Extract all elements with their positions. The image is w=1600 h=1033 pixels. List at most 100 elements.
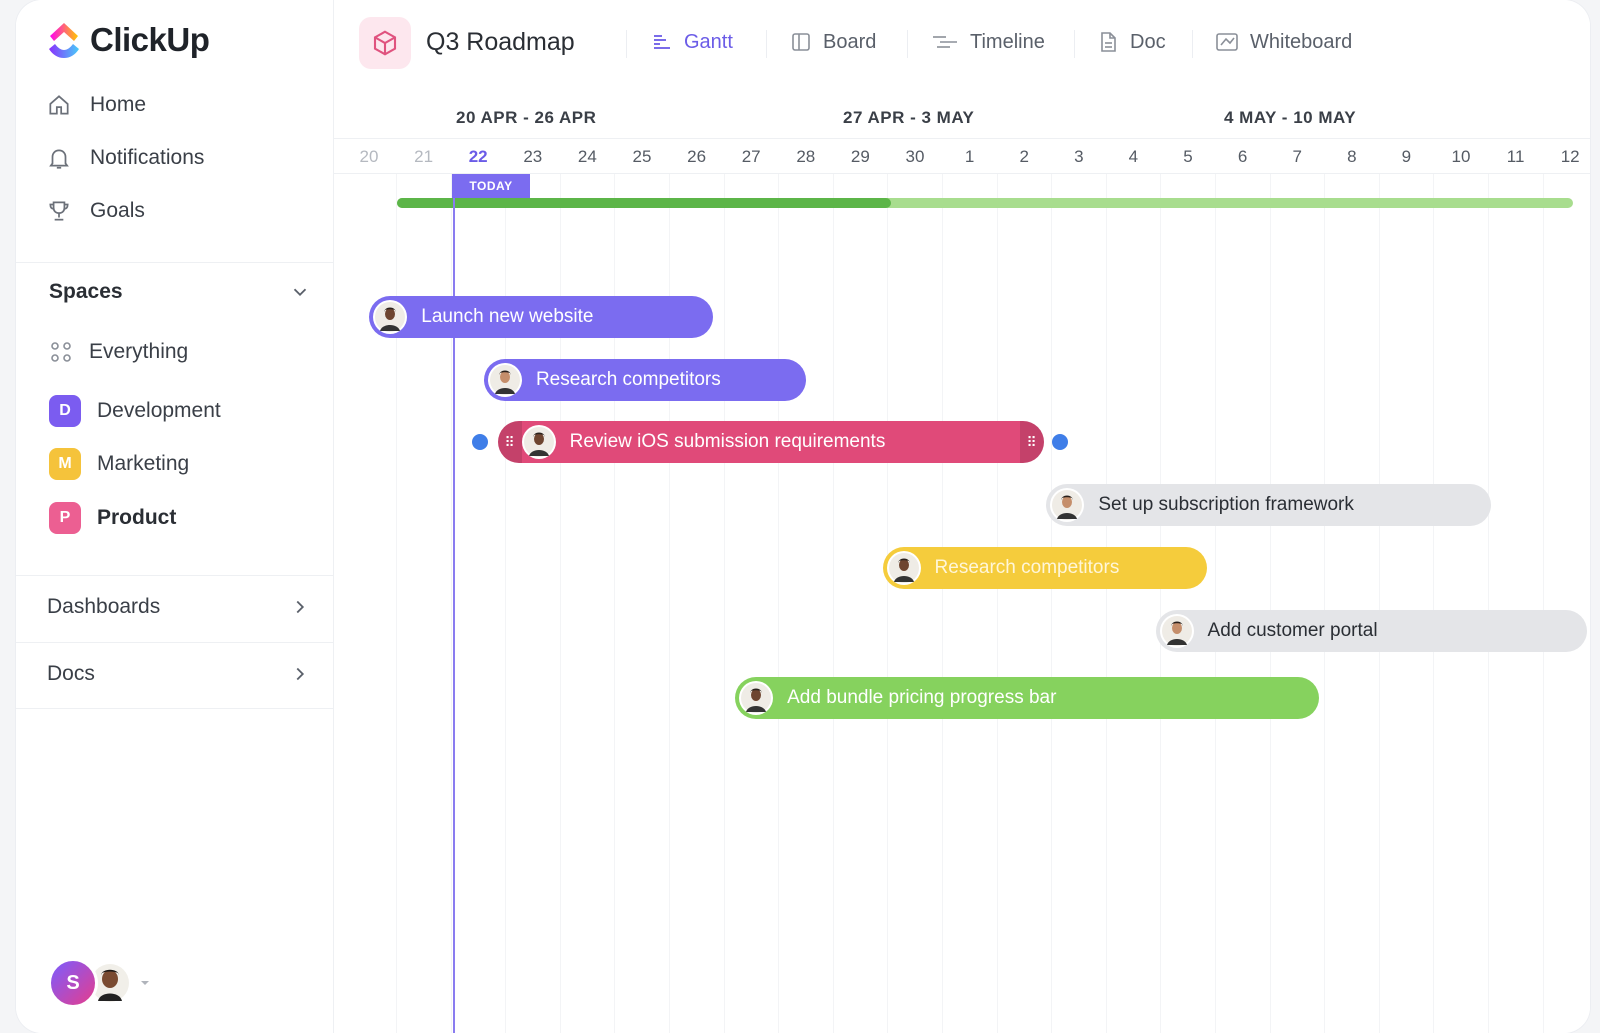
person-icon — [489, 365, 520, 395]
nav-notifications[interactable]: Notifications — [46, 145, 204, 171]
tab-board[interactable]: Board — [789, 30, 876, 54]
top-bar: Q3 Roadmap Gantt Board Timeline Doc Whit… — [334, 0, 1590, 88]
day-label: 7 — [1292, 147, 1302, 166]
task-bar[interactable]: ⠿ Review iOS submission requirements ⠿ — [497, 421, 1044, 463]
tab-timeline[interactable]: Timeline — [930, 30, 1045, 54]
task-bar[interactable]: Add bundle pricing progress bar — [735, 677, 1320, 719]
tab-whiteboard[interactable]: Whiteboard — [1214, 30, 1352, 54]
spaces-title: Spaces — [49, 280, 123, 303]
day-header-row: 20 21 22 23 24 25 26 27 28 29 30 1 2 3 4 5 6 7 8 9 10 11 12 — [334, 138, 1590, 174]
dependency-dot-left[interactable] — [471, 434, 488, 450]
bell-icon — [49, 149, 69, 169]
week-label: 4 MAY - 10 MAY — [1224, 108, 1357, 127]
space-product[interactable]: P Product — [49, 502, 176, 534]
grid-line — [1215, 174, 1216, 1033]
day-label: 21 — [414, 147, 434, 166]
task-label: Set up subscription framework — [1098, 494, 1354, 515]
task-label: Add customer portal — [1207, 620, 1378, 641]
space-marketing-label: Marketing — [97, 452, 190, 475]
day-label: 3 — [1074, 147, 1084, 166]
chevron-right-icon — [296, 600, 305, 614]
whiteboard-icon — [1216, 33, 1238, 51]
dependency-dot-right[interactable] — [1051, 434, 1068, 450]
nav-home[interactable]: Home — [46, 92, 146, 118]
day-label: 6 — [1237, 147, 1248, 166]
space-badge-product: P — [49, 502, 81, 534]
day-label: 22 — [468, 147, 488, 166]
caret-down-icon[interactable] — [138, 976, 152, 990]
assignee-avatar[interactable] — [373, 300, 408, 334]
dashboards-label: Dashboards — [47, 595, 161, 618]
dashboards-item[interactable]: Dashboards — [47, 595, 311, 619]
assignee-avatar[interactable] — [886, 551, 921, 585]
drag-handle-left[interactable]: ⠿ — [497, 421, 522, 463]
tab-doc[interactable]: Doc — [1096, 30, 1166, 54]
app-window: ClickUp Home Notifications Goals Spaces … — [16, 0, 1590, 1033]
sidebar-divider — [16, 575, 334, 576]
grid-line — [996, 174, 998, 1033]
grid-line — [1051, 174, 1053, 1033]
grid-line — [1378, 174, 1380, 1033]
board-icon — [792, 33, 810, 51]
spaces-header[interactable]: Spaces — [49, 280, 311, 304]
day-label: 30 — [905, 147, 925, 166]
grid-line — [1488, 174, 1489, 1033]
person-icon — [523, 427, 554, 457]
assignee-avatar[interactable] — [1159, 614, 1194, 648]
nav-goals[interactable]: Goals — [46, 198, 145, 224]
grid-line — [1269, 174, 1271, 1033]
task-bar[interactable]: Add customer portal — [1155, 610, 1587, 652]
app-name: ClickUp — [90, 21, 210, 58]
day-label: 28 — [796, 147, 816, 166]
person-icon — [375, 302, 406, 332]
sidebar: ClickUp Home Notifications Goals Spaces … — [16, 0, 334, 1033]
task-bar[interactable]: Launch new website — [369, 296, 714, 338]
day-label: 24 — [577, 147, 597, 166]
grid-line — [1160, 174, 1162, 1033]
day-label: 4 — [1128, 147, 1139, 166]
sidebar-divider — [16, 262, 334, 263]
docs-item[interactable]: Docs — [47, 662, 311, 686]
timeline-icon — [933, 36, 957, 48]
assignee-avatar[interactable] — [487, 363, 522, 397]
day-label: 23 — [523, 147, 543, 166]
task-bar[interactable]: Research competitors — [882, 547, 1208, 589]
grid-line — [1324, 174, 1326, 1033]
assignee-avatar[interactable] — [739, 681, 774, 715]
overall-progress-fill — [397, 198, 891, 208]
doc-icon — [1101, 32, 1116, 52]
space-development[interactable]: D Development — [49, 395, 221, 427]
task-bar[interactable]: Research competitors — [483, 359, 807, 401]
day-label: 10 — [1451, 147, 1471, 166]
space-product-label: Product — [97, 506, 177, 529]
week-label: 20 APR - 26 APR — [456, 108, 597, 127]
space-marketing[interactable]: M Marketing — [49, 448, 189, 480]
tab-gantt[interactable]: Gantt — [650, 30, 733, 54]
day-label: 9 — [1401, 147, 1412, 166]
day-label: 2 — [1019, 147, 1029, 166]
week-label: 27 APR - 3 MAY — [843, 108, 975, 127]
user-switcher[interactable]: S — [48, 958, 152, 1008]
grid-line — [723, 174, 725, 1033]
clickup-logo[interactable]: ClickUp — [46, 20, 210, 60]
assignee-avatar[interactable] — [521, 425, 556, 459]
person-icon — [888, 553, 919, 583]
grid-line — [778, 174, 780, 1033]
person-icon — [1052, 490, 1083, 520]
task-label: Launch new website — [421, 306, 594, 327]
nav-goals-label: Goals — [90, 199, 145, 222]
workspace-avatar[interactable]: S — [48, 958, 98, 1008]
grid-line — [1433, 174, 1435, 1033]
task-bar[interactable]: Set up subscription framework — [1046, 484, 1492, 526]
space-everything[interactable]: Everything — [49, 340, 188, 364]
assignee-avatar[interactable] — [1050, 488, 1085, 522]
person-icon — [741, 683, 772, 713]
tab-timeline-label: Timeline — [970, 30, 1045, 53]
space-badge-development: D — [49, 395, 81, 427]
day-label: 5 — [1183, 147, 1193, 166]
chevron-down-icon[interactable] — [289, 281, 311, 303]
task-label: Research competitors — [934, 557, 1120, 578]
day-label: 12 — [1560, 147, 1580, 166]
drag-handle-right[interactable]: ⠿ — [1019, 421, 1044, 463]
tab-gantt-label: Gantt — [684, 30, 733, 53]
